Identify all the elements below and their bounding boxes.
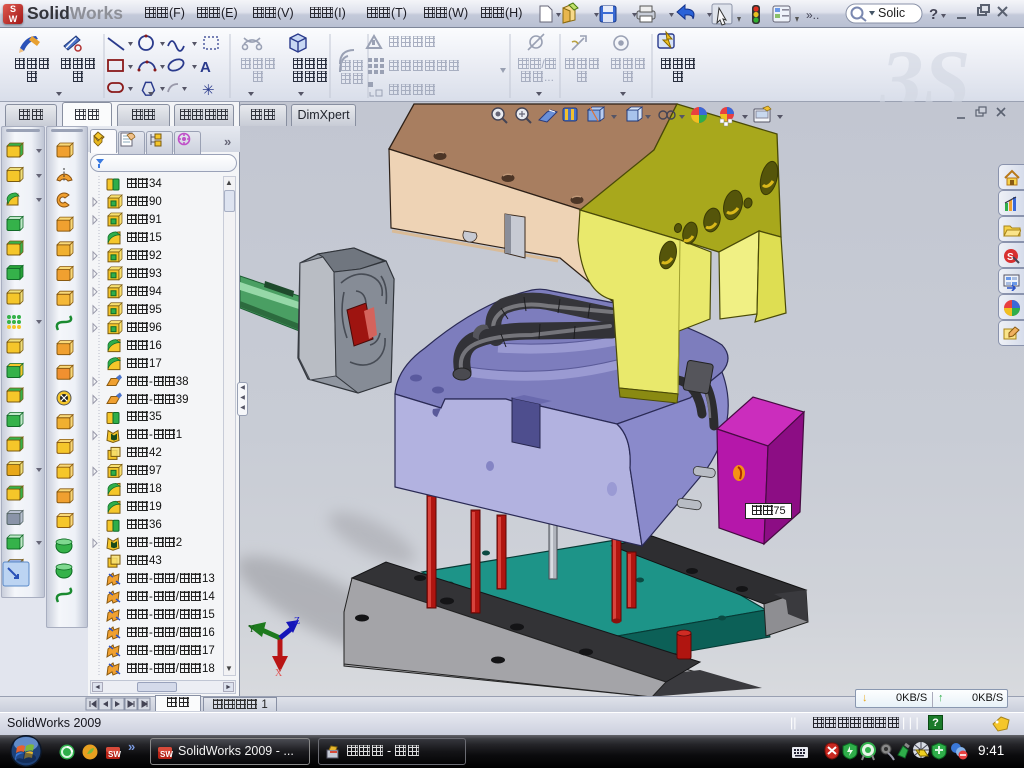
svg-text:✳: ✳ (202, 82, 215, 99)
svg-text:Y: Y (248, 624, 255, 635)
svg-text:?: ? (929, 6, 938, 23)
svg-text:X: X (275, 668, 283, 679)
svg-text:A: A (200, 59, 211, 76)
svg-text:SW: SW (160, 750, 173, 759)
svg-text:!: ! (918, 748, 920, 757)
svg-text:ЗS: ЗS (879, 33, 971, 102)
svg-text:Z: Z (294, 616, 300, 627)
svg-text:Solic: Solic (878, 6, 905, 20)
svg-text:»..: ».. (806, 8, 819, 22)
svg-text:SW: SW (108, 750, 121, 759)
